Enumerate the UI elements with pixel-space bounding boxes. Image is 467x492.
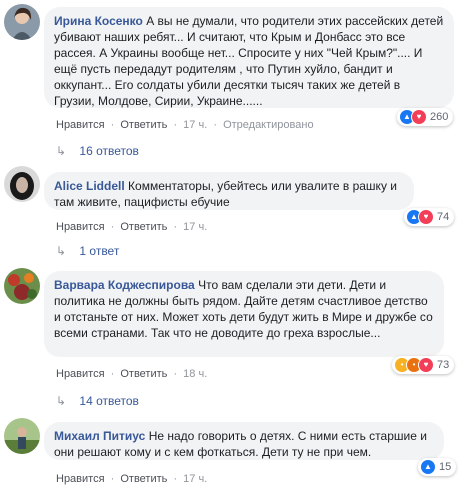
reactions-count: 15 bbox=[439, 461, 452, 473]
separator: · bbox=[110, 221, 115, 233]
author-name[interactable]: Михаил Питиус bbox=[54, 429, 145, 443]
separator: · bbox=[213, 119, 217, 131]
comment-actions: Нравится · Ответить · 18 ч. bbox=[56, 368, 207, 380]
reply-link[interactable]: Ответить bbox=[120, 473, 167, 485]
edited-label[interactable]: Отредактировано bbox=[223, 119, 314, 131]
avatar[interactable] bbox=[4, 268, 40, 304]
reactions-summary[interactable]: ▲ ♥ 74 bbox=[404, 208, 455, 226]
comment-actions: Нравится · Ответить · 17 ч. bbox=[56, 473, 207, 485]
replies-count: 16 ответов bbox=[79, 144, 139, 158]
author-name[interactable]: Варвара Коджеспирова bbox=[54, 278, 195, 292]
author-name[interactable]: Alice Liddell bbox=[54, 179, 125, 193]
like-link[interactable]: Нравится bbox=[56, 119, 105, 131]
timestamp[interactable]: 18 ч. bbox=[183, 368, 207, 380]
reactions-summary[interactable]: ▲ ♥ 260 bbox=[397, 108, 454, 126]
reactions-summary[interactable]: • • ♥ 73 bbox=[392, 356, 455, 374]
comment-bubble: Варвара Коджеспирова Что вам сделали эти… bbox=[44, 271, 444, 357]
reply-arrow-icon: ↳ bbox=[56, 394, 67, 408]
replies-count: 14 ответов bbox=[79, 394, 139, 408]
comment-text: А вы не думали, что родители этих рассей… bbox=[54, 14, 444, 108]
like-link[interactable]: Нравится bbox=[56, 368, 105, 380]
reply-arrow-icon: ↳ bbox=[56, 144, 67, 158]
heart-icon: ♥ bbox=[418, 357, 434, 373]
separator: · bbox=[173, 368, 178, 380]
replies-count: 1 ответ bbox=[79, 244, 120, 258]
avatar[interactable] bbox=[4, 166, 40, 202]
reply-link[interactable]: Ответить bbox=[120, 368, 167, 380]
separator: · bbox=[173, 119, 178, 131]
view-replies-link[interactable]: ↳ 16 ответов bbox=[56, 144, 139, 158]
comment-actions: Нравится · Ответить · 17 ч. bbox=[56, 221, 207, 233]
view-replies-link[interactable]: ↳ 1 ответ bbox=[56, 244, 119, 258]
reply-arrow-icon: ↳ bbox=[56, 244, 67, 258]
comment-actions: Нравится · Ответить · 17 ч. · Отредактир… bbox=[56, 119, 314, 131]
author-name[interactable]: Ирина Косенко bbox=[54, 14, 143, 28]
like-icon: ▲ bbox=[420, 459, 436, 475]
like-link[interactable]: Нравится bbox=[56, 221, 105, 233]
heart-icon: ♥ bbox=[418, 209, 434, 225]
timestamp[interactable]: 17 ч. bbox=[183, 221, 207, 233]
separator: · bbox=[110, 368, 115, 380]
like-link[interactable]: Нравится bbox=[56, 473, 105, 485]
heart-icon: ♥ bbox=[411, 109, 427, 125]
separator: · bbox=[173, 473, 178, 485]
reply-link[interactable]: Ответить bbox=[120, 119, 167, 131]
comment-bubble: Alice Liddell Комментаторы, убейтесь или… bbox=[44, 172, 414, 210]
reactions-count: 260 bbox=[430, 111, 449, 123]
view-replies-link[interactable]: ↳ 14 ответов bbox=[56, 394, 139, 408]
timestamp[interactable]: 17 ч. bbox=[183, 119, 207, 131]
separator: · bbox=[173, 221, 178, 233]
avatar[interactable] bbox=[4, 4, 40, 40]
separator: · bbox=[110, 473, 115, 485]
reactions-count: 74 bbox=[437, 211, 450, 223]
avatar[interactable] bbox=[4, 418, 40, 454]
reply-link[interactable]: Ответить bbox=[120, 221, 167, 233]
reactions-count: 73 bbox=[437, 359, 450, 371]
reactions-summary[interactable]: ▲ 15 bbox=[418, 458, 457, 476]
separator: · bbox=[110, 119, 115, 131]
comment-bubble: Михаил Питиус Не надо говорить о детях. … bbox=[44, 422, 444, 460]
timestamp[interactable]: 17 ч. bbox=[183, 473, 207, 485]
comment-bubble: Ирина Косенко А вы не думали, что родите… bbox=[44, 7, 454, 108]
